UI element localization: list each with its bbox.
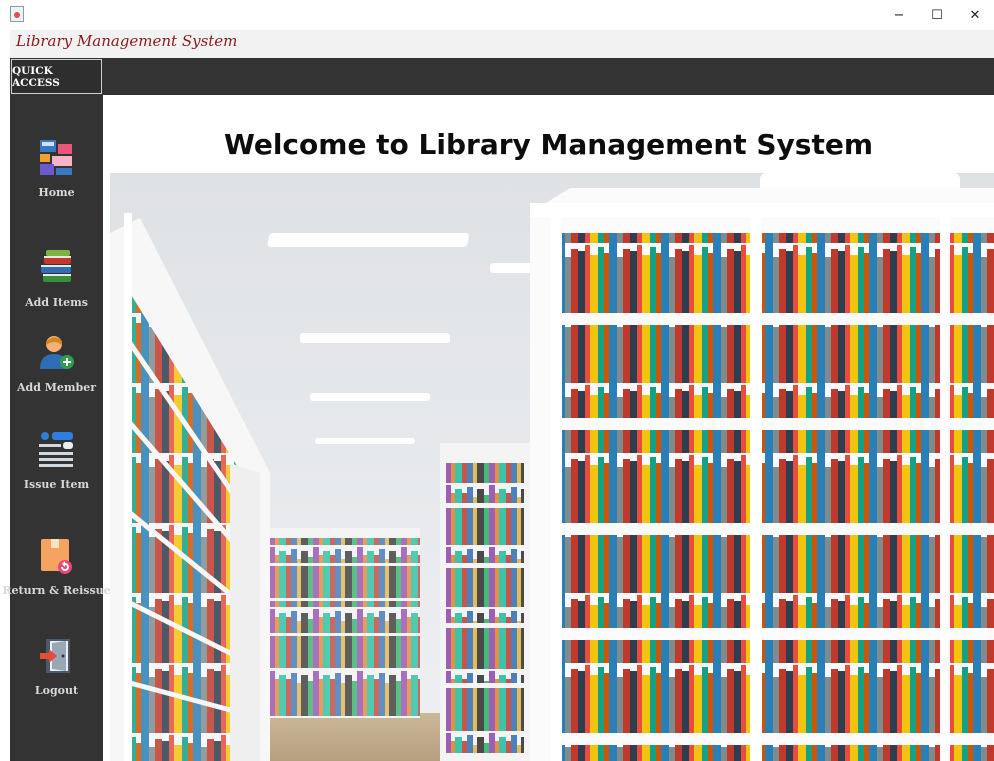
logout-door-icon (37, 636, 77, 676)
header-strip (103, 58, 994, 95)
sidebar-item-label: Home (38, 186, 75, 199)
sidebar-item-add-member[interactable]: Add Member (10, 333, 103, 394)
sidebar-item-label: Issue Item (23, 478, 90, 491)
app-title-bar: Library Management System (10, 30, 994, 58)
welcome-heading: Welcome to Library Management System (223, 128, 874, 161)
library-bookshelves-illustration (110, 173, 994, 761)
home-dashboard-icon (37, 138, 77, 178)
quick-access-label: QUICK ACCESS (12, 64, 60, 89)
sidebar-item-label: Add Member (16, 381, 97, 394)
sidebar-item-issue-item[interactable]: Issue Item (10, 430, 103, 491)
minimize-button[interactable]: − (880, 0, 918, 30)
window-controls: − ☐ ✕ (880, 0, 994, 30)
sidebar-item-return-reissue[interactable]: Return & Reissue (2, 536, 111, 597)
close-button[interactable]: ✕ (956, 0, 994, 30)
quick-access-header: QUICK ACCESS (11, 59, 102, 94)
quick-access-sidebar: QUICK ACCESS Home Add Items Add Member I… (2, 58, 111, 761)
sidebar-item-add-items[interactable]: Add Items (10, 248, 103, 309)
sidebar-item-label: Return & Reissue (2, 584, 111, 597)
library-hero-image (110, 173, 994, 761)
sidebar-item-logout[interactable]: Logout (10, 636, 103, 697)
java-app-icon (10, 6, 24, 22)
sidebar-item-label: Logout (34, 684, 79, 697)
app-title: Library Management System (16, 32, 238, 50)
sidebar-item-home[interactable]: Home (10, 138, 103, 199)
maximize-button[interactable]: ☐ (918, 0, 956, 30)
sidebar-item-label: Add Items (25, 296, 88, 309)
window-titlebar: − ☐ ✕ (0, 0, 994, 30)
list-toggle-icon (37, 430, 77, 470)
add-user-icon (37, 333, 77, 373)
books-stack-icon (37, 248, 77, 288)
return-box-icon (37, 536, 77, 576)
